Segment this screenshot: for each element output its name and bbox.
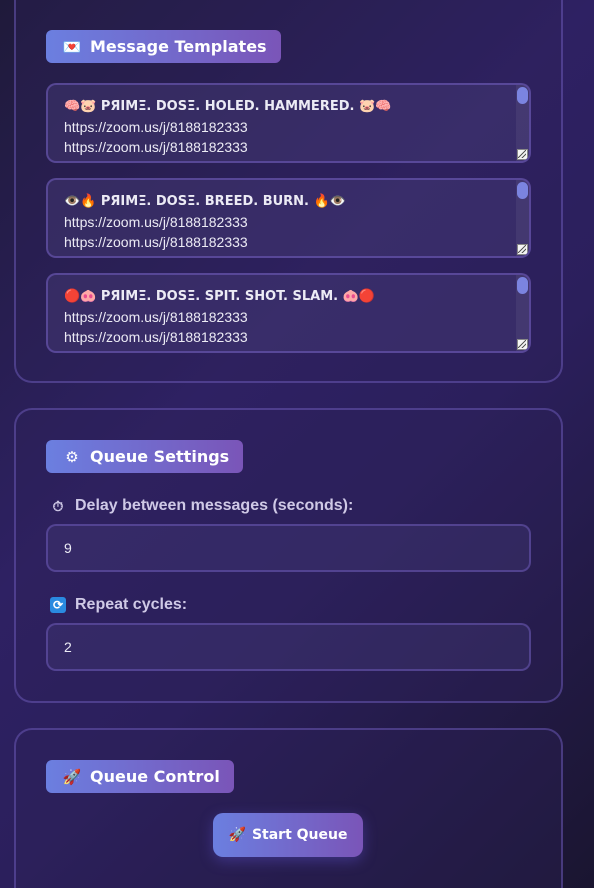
message-templates-heading: 💌 Message Templates: [46, 30, 281, 63]
scrollbar-thumb[interactable]: [517, 277, 528, 294]
repeat-input[interactable]: 2: [46, 623, 531, 671]
queue-settings-panel: ⚙ Queue Settings ⏱ Delay between message…: [14, 408, 563, 703]
delay-value: 9: [64, 540, 72, 556]
template-textarea-1[interactable]: 🧠🐷 PЯIMΞ. DOSΞ. HOLED. HAMMERED. 🐷🧠 http…: [46, 83, 531, 163]
delay-label-text: Delay between messages (seconds):: [75, 497, 354, 514]
template-line: https://zoom.us/j/8188182333: [64, 119, 248, 135]
template-line: https://zoom.us/j/8188182333: [64, 234, 248, 250]
gear-icon: ⚙: [65, 447, 79, 466]
template-line: 👁️🔥 PЯIMΞ. DOSΞ. BREED. BURN. 🔥👁️: [64, 194, 346, 209]
resize-handle[interactable]: [517, 339, 528, 350]
message-templates-panel: 💌 Message Templates 🧠🐷 PЯIMΞ. DOSΞ. HOLE…: [14, 0, 563, 383]
delay-label: ⏱ Delay between messages (seconds):: [49, 497, 354, 515]
scrollbar-thumb[interactable]: [517, 182, 528, 199]
scrollbar-thumb[interactable]: [517, 87, 528, 104]
queue-settings-title: Queue Settings: [90, 447, 230, 466]
delay-input[interactable]: 9: [46, 524, 531, 572]
repeat-label: ⟳ Repeat cycles:: [49, 596, 187, 614]
queue-control-heading: 🚀 Queue Control: [46, 760, 234, 793]
heart-letter-icon: 💌: [62, 37, 82, 56]
resize-handle[interactable]: [517, 244, 528, 255]
template-line: https://zoom.us/j/8188182333: [64, 329, 248, 345]
queue-settings-heading: ⚙ Queue Settings: [46, 440, 244, 473]
template-line: 🧠🐷 PЯIMΞ. DOSΞ. HOLED. HAMMERED. 🐷🧠: [64, 99, 392, 114]
template-line: https://zoom.us/j/8188182333: [64, 309, 248, 325]
template-textarea-2[interactable]: 👁️🔥 PЯIMΞ. DOSΞ. BREED. BURN. 🔥👁️ https:…: [46, 178, 531, 258]
stopwatch-icon: ⏱: [52, 497, 64, 514]
template-textarea-3[interactable]: 🔴🐽 PЯIMΞ. DOSΞ. SPIT. SHOT. SLAM. 🐽🔴 htt…: [46, 273, 531, 353]
template-line: https://zoom.us/j/8188182333: [64, 214, 248, 230]
start-queue-label: Start Queue: [251, 827, 348, 843]
repeat-label-text: Repeat cycles:: [75, 596, 188, 613]
queue-control-panel: 🚀 Queue Control 🚀 Start Queue: [14, 728, 563, 888]
repeat-value: 2: [64, 639, 72, 655]
message-templates-title: Message Templates: [90, 37, 267, 56]
start-queue-button[interactable]: 🚀 Start Queue: [213, 813, 363, 857]
template-line: 🔴🐽 PЯIMΞ. DOSΞ. SPIT. SHOT. SLAM. 🐽🔴: [64, 289, 375, 304]
rocket-icon: 🚀: [62, 767, 82, 786]
template-line: https://zoom.us/j/8188182333: [64, 139, 248, 155]
queue-control-title: Queue Control: [90, 767, 220, 786]
rocket-icon: 🚀: [228, 827, 246, 843]
resize-handle[interactable]: [517, 149, 528, 160]
repeat-icon: ⟳: [49, 596, 67, 614]
